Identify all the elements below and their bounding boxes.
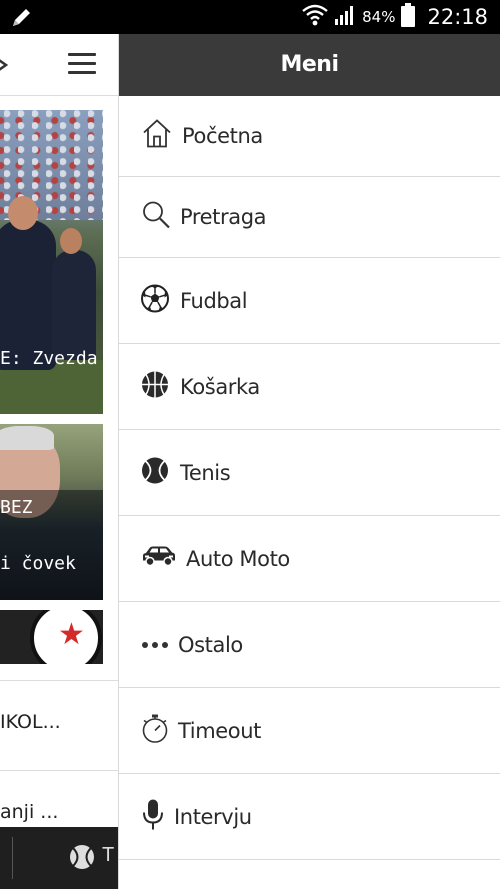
signal-icon xyxy=(334,4,356,30)
club-crest-icon: ★ xyxy=(30,610,102,664)
status-bar: 84% 22:18 xyxy=(0,0,500,34)
menu-item-kosarka[interactable]: Košarka xyxy=(119,344,500,430)
wifi-icon xyxy=(302,3,328,31)
tennis-ball-icon[interactable] xyxy=(68,843,96,876)
bottom-tab-bar: T xyxy=(0,827,118,889)
basketball-icon xyxy=(141,370,169,403)
menu-item-pretraga[interactable]: Pretraga xyxy=(119,177,500,258)
home-icon xyxy=(141,118,173,155)
news-card-caption: BEZ i čovek xyxy=(0,490,103,600)
menu-item-pocetna[interactable]: Početna xyxy=(119,96,500,177)
menu-item-auto-moto[interactable]: Auto Moto xyxy=(119,516,500,602)
tennis-ball-icon xyxy=(141,456,169,489)
microphone-icon xyxy=(142,798,164,835)
background-news-panel: E: Zvezda BEZ i čovek ★ IKOL... anji ...… xyxy=(0,34,119,889)
news-header xyxy=(0,34,118,96)
menu-item-intervju[interactable]: Intervju xyxy=(119,774,500,860)
drawer-title: Meni xyxy=(119,34,500,96)
hamburger-menu-icon[interactable] xyxy=(68,53,96,75)
search-icon xyxy=(141,200,171,235)
soccer-ball-icon xyxy=(141,284,169,317)
clock: 22:18 xyxy=(427,5,488,29)
car-icon xyxy=(141,544,177,573)
news-card-caption: E: Zvezda xyxy=(0,348,98,369)
stopwatch-icon xyxy=(141,713,169,748)
battery-percent: 84% xyxy=(362,8,396,26)
news-card[interactable]: ★ xyxy=(0,610,103,664)
news-card[interactable]: BEZ i čovek xyxy=(0,424,103,600)
edit-icon xyxy=(10,5,34,34)
navigation-drawer: Meni Početna Pretraga Fudbal Košarka Ten… xyxy=(119,34,500,889)
news-card[interactable]: E: Zvezda xyxy=(0,110,103,414)
more-dots-icon xyxy=(141,636,169,654)
battery-icon xyxy=(401,3,416,31)
menu-item-tenis[interactable]: Tenis xyxy=(119,430,500,516)
list-item[interactable]: IKOL... xyxy=(0,680,118,770)
tab-label[interactable]: T xyxy=(102,844,114,867)
menu-item-fudbal[interactable]: Fudbal xyxy=(119,258,500,344)
back-arrow-icon[interactable] xyxy=(0,52,12,83)
menu-item-ostalo[interactable]: Ostalo xyxy=(119,602,500,688)
menu-item-timeout[interactable]: Timeout xyxy=(119,688,500,774)
